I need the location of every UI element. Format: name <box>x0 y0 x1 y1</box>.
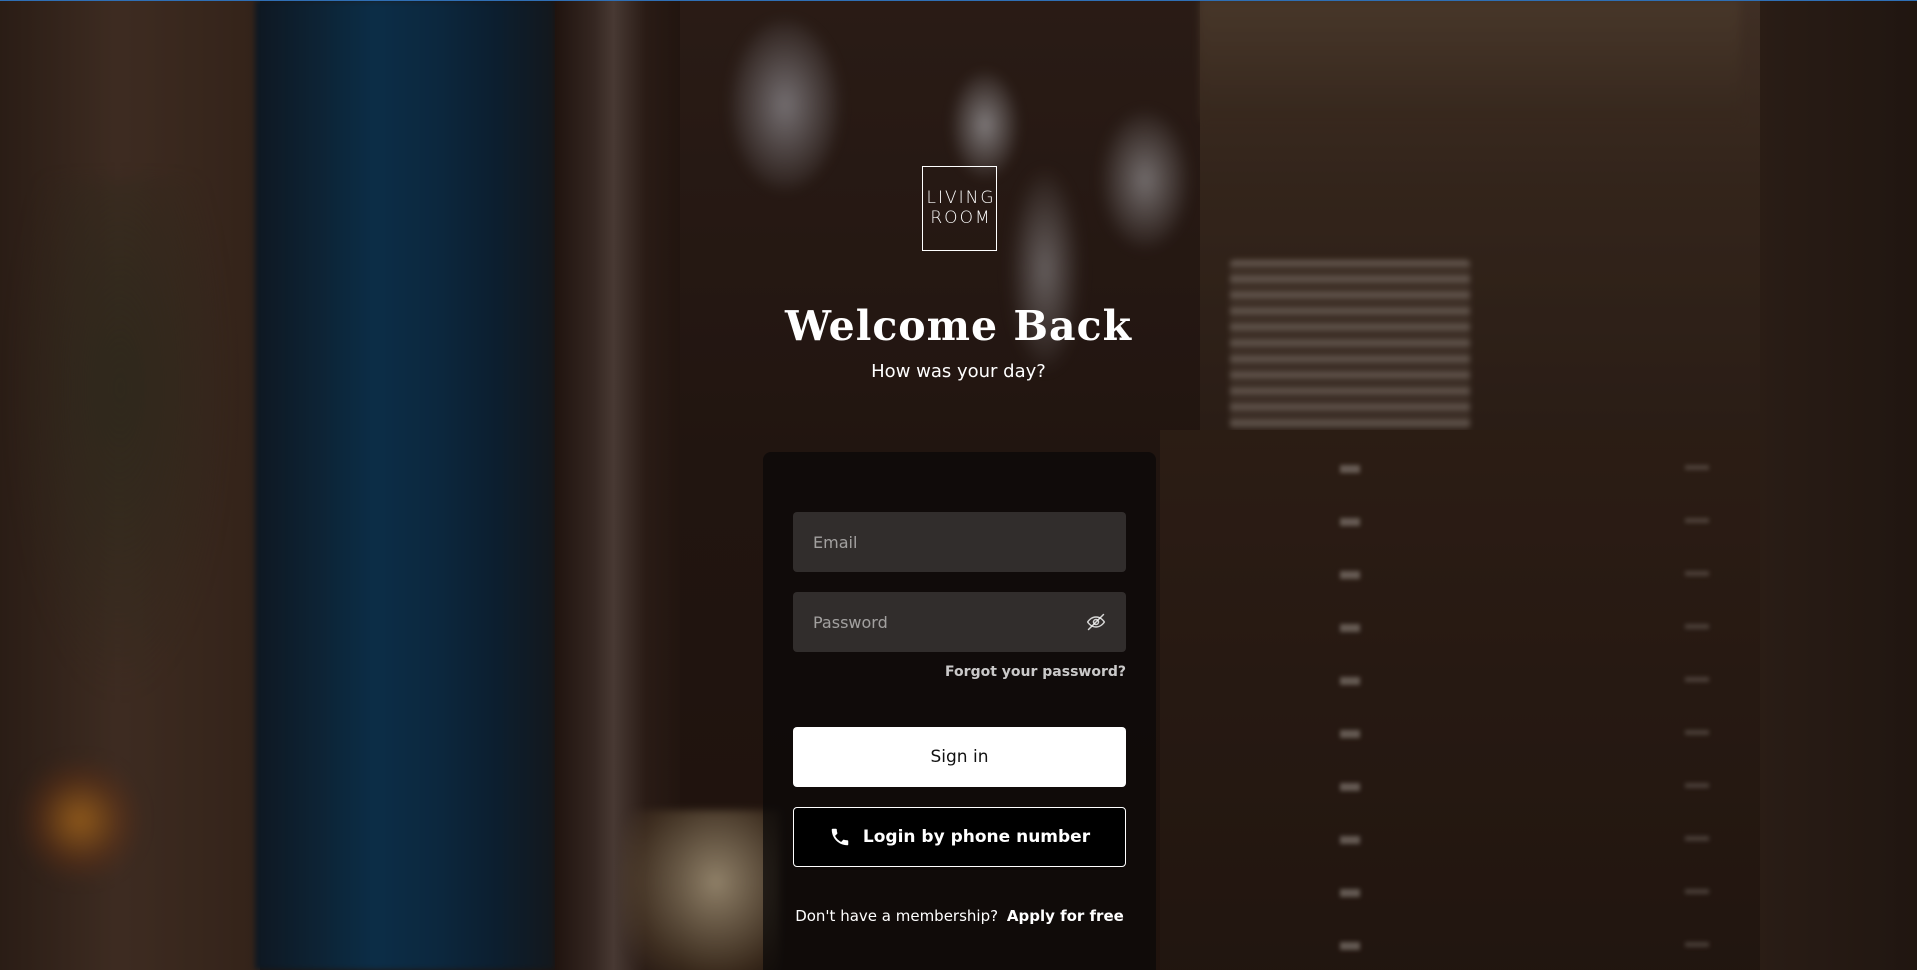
forgot-password-link[interactable]: Forgot your password? <box>945 664 1126 680</box>
logo-text: LIVING ROOM <box>926 188 996 228</box>
page-title: Welcome Back <box>784 302 1132 350</box>
sign-in-button[interactable]: Sign in <box>793 727 1126 787</box>
email-field-container <box>793 512 1126 572</box>
logo-line-2: ROOM <box>930 208 992 228</box>
page-subtitle: How was your day? <box>871 361 1046 382</box>
login-card: Forgot your password? Sign in Login by p… <box>763 452 1156 970</box>
window-top-border <box>0 0 1917 1</box>
membership-prompt: Don't have a membership? Apply for free <box>763 907 1156 925</box>
eye-off-icon[interactable] <box>1086 612 1106 632</box>
apply-for-free-link[interactable]: Apply for free <box>1007 907 1124 925</box>
password-field-container <box>793 592 1126 652</box>
logo-line-1: LIVING <box>926 188 996 208</box>
phone-icon <box>829 826 851 848</box>
password-input[interactable] <box>793 592 1126 652</box>
membership-text: Don't have a membership? <box>795 907 999 925</box>
email-input[interactable] <box>793 512 1126 572</box>
login-by-phone-label: Login by phone number <box>862 827 1091 847</box>
login-by-phone-button[interactable]: Login by phone number <box>793 807 1126 867</box>
living-room-logo: LIVING ROOM <box>922 166 997 251</box>
